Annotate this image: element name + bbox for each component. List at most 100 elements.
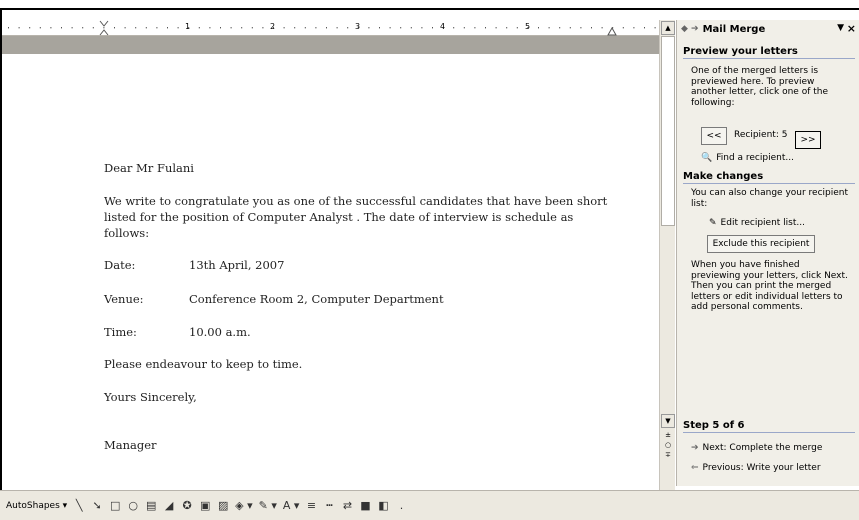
previous-step-label: Previous: Write your letter: [702, 463, 821, 473]
ruler-dot: [135, 27, 137, 29]
ruler-dot: [495, 27, 497, 29]
find-recipient-link[interactable]: 🔍 Find a recipient...: [701, 153, 794, 163]
ruler-dot: [230, 27, 232, 29]
preview-heading: Preview your letters: [683, 46, 855, 59]
arrow-icon[interactable]: ➘: [91, 499, 103, 513]
scroll-down-button[interactable]: ▼: [661, 414, 675, 428]
next-recipient-button[interactable]: >>: [795, 131, 821, 149]
previous-recipient-button[interactable]: <<: [701, 127, 727, 145]
ruler-dot: [432, 27, 433, 29]
body-line: listed for the position of Computer Anal…: [104, 210, 574, 224]
letter-page[interactable]: Dear Mr Fulani We write to congratulate …: [2, 54, 659, 478]
ruler-dot: [601, 27, 603, 29]
next-step-link[interactable]: ➔ Next: Complete the merge: [691, 443, 822, 453]
ruler-dot: [644, 27, 645, 29]
venue-label: Venue:: [104, 292, 144, 306]
ruler-dot: [156, 27, 158, 29]
browse-object-buttons[interactable]: ± ○ ∓: [664, 430, 672, 460]
ruler-dot: [294, 27, 296, 29]
ruler-dot: [347, 27, 349, 29]
indent-marker-icon[interactable]: [99, 20, 109, 36]
shadow-icon[interactable]: ■: [359, 499, 371, 513]
body-line: follows:: [104, 226, 150, 240]
ruler-dot: [506, 27, 508, 29]
ruler-dot: [167, 27, 168, 29]
fill-color-icon[interactable]: ◈ ▾: [235, 499, 252, 513]
ruler-dot: [538, 27, 539, 29]
ruler-dot: [400, 27, 402, 29]
line-icon[interactable]: ╲: [73, 499, 85, 513]
exclude-recipient-button[interactable]: Exclude this recipient: [707, 235, 815, 253]
ruler-dot: [50, 27, 52, 29]
line-color-icon[interactable]: ✎ ▾: [259, 499, 277, 513]
clip-art-icon[interactable]: ▣: [199, 499, 211, 513]
scroll-thumb[interactable]: [661, 36, 675, 226]
diagram-icon[interactable]: ✪: [181, 499, 193, 513]
back-icon[interactable]: ◆ ➔: [681, 24, 699, 34]
dropdown-icon[interactable]: ▼: [837, 23, 844, 33]
ruler-dot: [591, 27, 592, 29]
mail-merge-pane: ◆ ➔ Mail Merge ▼ × Preview your letters …: [676, 20, 859, 486]
ruler-dot: [82, 27, 84, 29]
ruler-dot: [633, 27, 635, 29]
edit-recipient-list-link[interactable]: ✎ Edit recipient list...: [709, 218, 805, 228]
changes-heading: Make changes: [683, 171, 855, 184]
ruler-dot: [410, 27, 412, 29]
vertical-scrollbar[interactable]: ▲ ▼ ± ○ ∓: [659, 20, 675, 490]
dash-style-icon[interactable]: ┅: [323, 499, 335, 513]
ruler-mark-5: 5: [525, 22, 531, 31]
wordart-icon[interactable]: ◢: [163, 499, 175, 513]
task-pane-header: ◆ ➔ Mail Merge ▼ ×: [677, 20, 859, 38]
line-style-icon[interactable]: ≡: [305, 499, 317, 513]
close-icon[interactable]: ×: [847, 22, 856, 35]
ruler-mark-2: 2: [270, 22, 276, 31]
ruler-dot: [124, 27, 126, 29]
ruler-dot: [474, 27, 476, 29]
ruler-dot: [198, 27, 200, 29]
ruler-dot: [559, 27, 561, 29]
top-border: [0, 0, 859, 10]
previous-step-link[interactable]: ⇐ Previous: Write your letter: [691, 463, 821, 473]
ruler-dot: [283, 27, 285, 29]
text-box-icon[interactable]: ▤: [145, 499, 157, 513]
ruler-dot: [368, 27, 370, 29]
picture-icon[interactable]: ▨: [217, 499, 229, 513]
previous-page-icon[interactable]: ±: [664, 430, 672, 440]
ruler-dot: [548, 27, 550, 29]
preview-text: One of the merged letters is previewed h…: [691, 66, 828, 108]
scroll-up-button[interactable]: ▲: [661, 21, 675, 35]
previous-arrow-icon: ⇐: [691, 463, 699, 473]
ruler-dot: [453, 27, 455, 29]
rectangle-icon[interactable]: □: [109, 499, 121, 513]
task-pane-title: Mail Merge: [702, 23, 766, 35]
next-page-icon[interactable]: ∓: [664, 450, 672, 460]
3d-icon[interactable]: ◧: [377, 499, 389, 513]
ruler-dot: [209, 27, 211, 29]
recipient-label: Recipient: 5: [734, 130, 788, 140]
signature: Manager: [104, 438, 157, 452]
document-pane[interactable]: 1 2 3 4 5 Dear Mr Fulani We write to con…: [2, 20, 659, 486]
ruler-dot: [29, 27, 31, 29]
ruler-dot: [241, 27, 243, 29]
ruler-mark-3: 3: [355, 22, 361, 31]
autoshapes-menu[interactable]: AutoShapes ▾: [6, 501, 67, 511]
ruler-dot: [421, 27, 423, 29]
right-indent-icon[interactable]: [607, 26, 617, 36]
more-options-icon[interactable]: .: [395, 499, 407, 513]
ruler-dot: [220, 27, 221, 29]
ruler-dot: [8, 27, 9, 29]
ruler-dot: [569, 27, 571, 29]
ruler-dot: [251, 27, 253, 29]
browse-object-icon[interactable]: ○: [664, 440, 672, 450]
ruler-dot: [315, 27, 317, 29]
ruler-dot: [71, 27, 73, 29]
ruler-dot: [580, 27, 582, 29]
body-line: We write to congratulate you as one of t…: [104, 194, 608, 208]
horizontal-ruler[interactable]: 1 2 3 4 5: [2, 20, 659, 36]
ruler-dot: [304, 27, 306, 29]
date-label: Date:: [104, 258, 136, 272]
oval-icon[interactable]: ○: [127, 499, 139, 513]
font-color-icon[interactable]: A ▾: [283, 499, 300, 513]
arrow-style-icon[interactable]: ⇄: [341, 499, 353, 513]
ruler-dot: [336, 27, 338, 29]
